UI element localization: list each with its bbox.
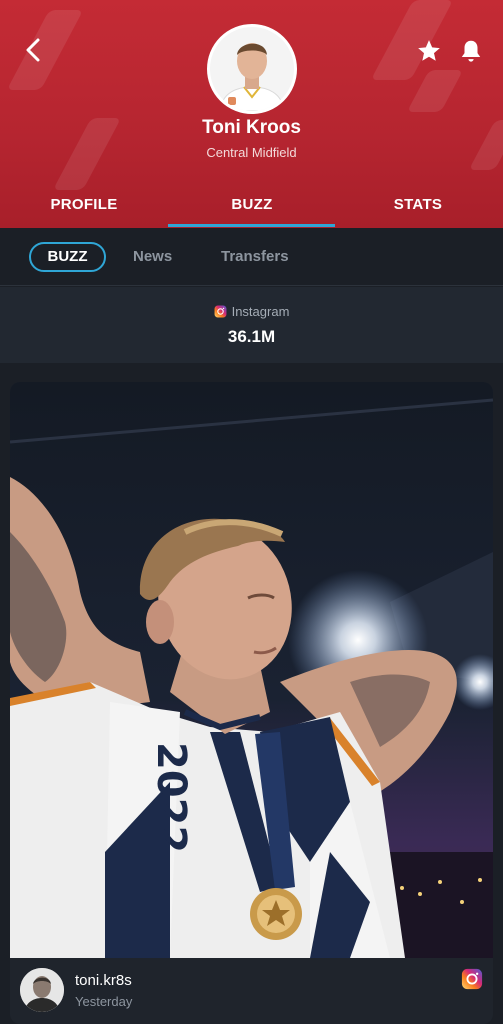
stat-platform-label: Instagram (231, 304, 290, 319)
star-icon[interactable] (416, 38, 442, 64)
active-tab-indicator (168, 224, 335, 227)
chevron-left-icon[interactable] (20, 36, 48, 64)
subtab-news[interactable]: News (133, 248, 172, 265)
post-footer: toni.kr8s Yesterday (10, 958, 493, 1024)
buzz-subtabs: BUZZ News Transfers (0, 228, 503, 286)
instagram-icon[interactable] (461, 968, 483, 990)
main-tabs: PROFILE BUZZ STATS (0, 186, 503, 228)
instagram-stat: Instagram 36.1M (0, 287, 503, 363)
bell-icon[interactable] (458, 38, 484, 64)
follower-count: 36.1M (227, 327, 276, 346)
player-position: Central Midfield (206, 145, 297, 160)
subtab-buzz[interactable]: BUZZ (29, 242, 106, 272)
post-photo[interactable]: 2022 (10, 382, 493, 958)
tab-profile[interactable]: PROFILE (40, 196, 128, 213)
author-portrait-image (20, 968, 64, 1012)
stat-label-row: Instagram (0, 304, 503, 319)
subtab-transfers[interactable]: Transfers (221, 248, 289, 265)
instagram-icon (214, 305, 227, 318)
player-portrait-image (210, 27, 294, 111)
player-header: Toni Kroos Central Midfield PROFILE BUZZ… (0, 0, 503, 228)
tab-stats[interactable]: STATS (374, 196, 462, 213)
tab-buzz[interactable]: BUZZ (208, 196, 296, 213)
player-avatar (207, 24, 297, 114)
player-name: Toni Kroos (202, 117, 301, 138)
scarf-text: 2022 (148, 742, 194, 853)
post-timestamp: Yesterday (75, 994, 133, 1009)
post-username[interactable]: toni.kr8s (75, 972, 132, 989)
author-avatar[interactable] (20, 968, 64, 1012)
header-decoration (406, 70, 464, 112)
buzz-post-card[interactable]: 2022 toni.kr8s Yesterday (10, 382, 493, 1024)
post-image: 2022 (10, 382, 493, 958)
